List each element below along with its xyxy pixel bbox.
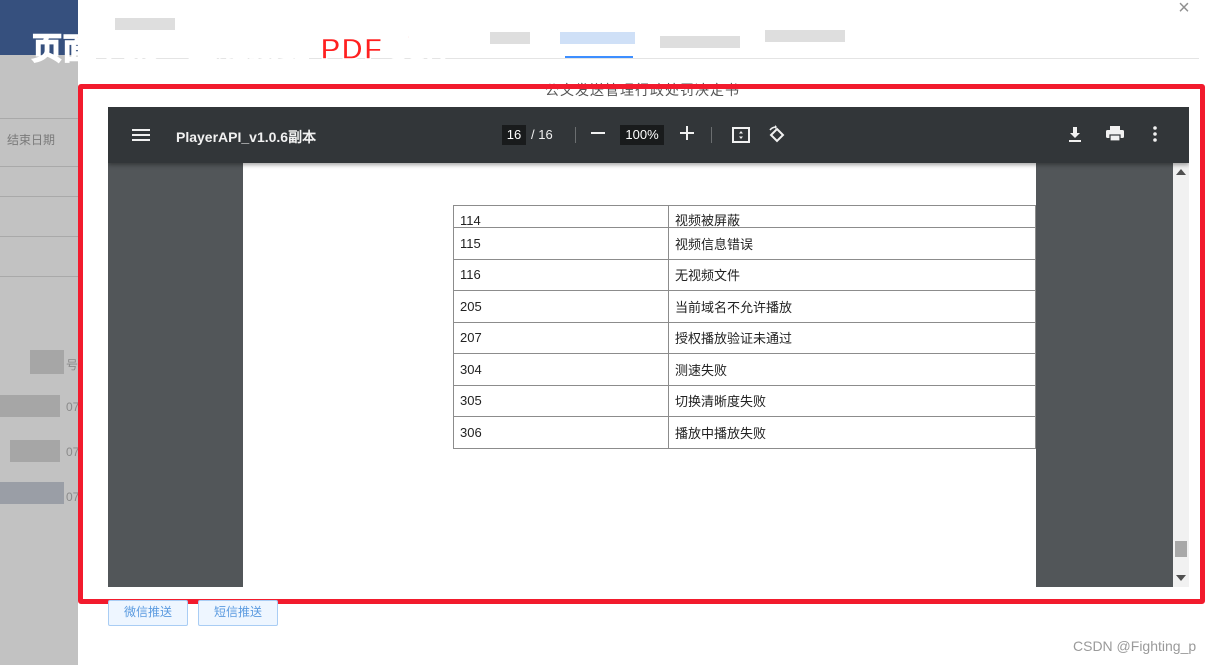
background-divider [0, 276, 78, 277]
annotation-title: 页面中某一区域预览 PDF 文件 [31, 32, 455, 67]
pixelated-block [0, 395, 60, 417]
tab-blurred[interactable] [660, 36, 740, 48]
wechat-push-button[interactable]: 微信推送 [108, 600, 188, 626]
more-icon[interactable] [1143, 123, 1167, 147]
menu-icon[interactable] [132, 126, 150, 144]
page-number-input[interactable]: 16 [502, 125, 526, 145]
background-divider [0, 196, 78, 197]
pixelated-block [0, 482, 64, 504]
sms-push-button[interactable]: 短信推送 [198, 600, 278, 626]
toolbar-divider [575, 127, 576, 143]
pixelated-block [30, 350, 64, 374]
pdf-toolbar: PlayerAPI_v1.0.6副本 16 / 16 100% [108, 107, 1189, 163]
zoom-out-icon[interactable] [586, 123, 610, 147]
background-column-fragment: 号 [66, 358, 79, 372]
end-date-label: 结束日期 [7, 133, 56, 147]
background-divider [0, 236, 78, 237]
toolbar-divider [711, 127, 712, 143]
watermark: CSDN @Fighting_p [1073, 638, 1197, 654]
zoom-in-icon[interactable] [675, 123, 699, 147]
print-icon[interactable] [1103, 123, 1127, 147]
fit-page-icon[interactable] [729, 123, 753, 147]
rotate-icon[interactable] [765, 123, 789, 147]
tab-blurred[interactable] [490, 32, 530, 44]
zoom-level-input[interactable]: 100% [620, 125, 664, 145]
tab-blurred[interactable] [765, 30, 845, 42]
background-divider [0, 166, 78, 167]
close-icon[interactable]: × [1173, 0, 1195, 18]
pixelated-block [10, 440, 60, 462]
download-icon[interactable] [1063, 123, 1087, 147]
background-divider [0, 118, 78, 119]
page-total: / 16 [531, 127, 553, 142]
pdf-file-name: PlayerAPI_v1.0.6副本 [176, 129, 317, 145]
tab-blurred[interactable] [560, 32, 635, 44]
background-page: 结束日期 号 07 07 07 [0, 0, 79, 665]
